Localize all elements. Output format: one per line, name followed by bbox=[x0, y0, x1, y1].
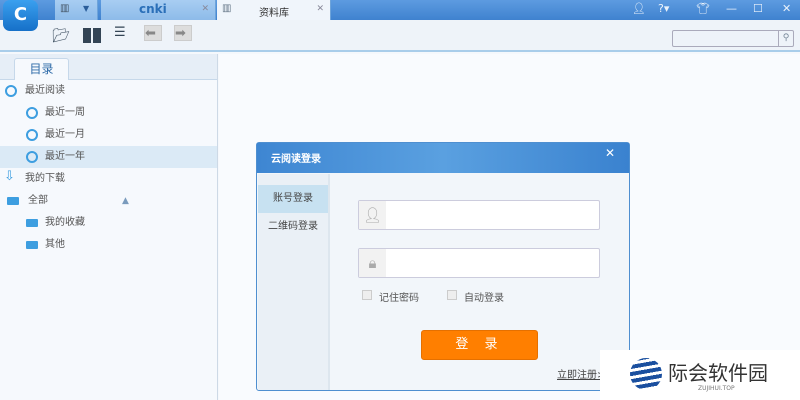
help-icon[interactable]: ?▾ bbox=[658, 2, 669, 15]
folder-icon bbox=[26, 219, 38, 227]
tab-cnki[interactable]: cnki ✕ bbox=[101, 0, 216, 20]
search-input[interactable] bbox=[673, 31, 777, 46]
lock-icon: 🔒︎ bbox=[359, 249, 386, 277]
collapse-icon[interactable]: ▲ bbox=[122, 190, 129, 212]
app-logo: C bbox=[3, 0, 38, 31]
folder-icon bbox=[7, 197, 19, 205]
sidebar: 目录 最近阅读 最近一周 最近一月 最近一年 ⇩ 我的下载 全部 ▲ 我的收藏 其他 bbox=[0, 54, 218, 400]
sidebar-item-favorites[interactable]: 我的收藏 bbox=[0, 212, 217, 234]
close-icon[interactable]: ✕ bbox=[605, 146, 615, 160]
chevron-down-icon[interactable]: ▼ bbox=[83, 4, 89, 13]
maximize-icon[interactable]: ☐ bbox=[753, 2, 763, 15]
remember-label: 记住密码 bbox=[379, 293, 419, 304]
remember-checkbox[interactable] bbox=[362, 290, 372, 300]
sidebar-item-year[interactable]: 最近一年 bbox=[0, 146, 217, 168]
auto-login-checkbox[interactable] bbox=[447, 290, 457, 300]
sidebar-item-other[interactable]: 其他 bbox=[0, 234, 217, 256]
clock-icon bbox=[5, 85, 17, 97]
sidebar-item-recent[interactable]: 最近阅读 bbox=[0, 80, 217, 102]
title-bar: ▥ ▼ cnki ✕ ▥ 资料库 ✕ 👤︎ ?▾ 👕︎ — ☐ ✕ bbox=[0, 0, 800, 20]
sidebar-item-all[interactable]: 全部 ▲ bbox=[0, 190, 217, 212]
grid-view-icon[interactable] bbox=[83, 28, 101, 43]
book-icon: ▥ bbox=[222, 3, 232, 14]
forward-icon[interactable]: ➡ bbox=[174, 25, 192, 41]
sidebar-item-week[interactable]: 最近一周 bbox=[0, 102, 217, 124]
username-field[interactable]: 👤︎ bbox=[358, 200, 600, 230]
back-icon[interactable]: ⬅ bbox=[144, 25, 162, 41]
login-button[interactable]: 登 录 bbox=[421, 330, 538, 360]
list-view-icon[interactable]: ☰ bbox=[114, 25, 132, 41]
sidebar-item-month[interactable]: 最近一月 bbox=[0, 124, 217, 146]
minimize-icon[interactable]: — bbox=[726, 2, 737, 15]
skin-icon[interactable]: 👕︎ bbox=[696, 2, 710, 15]
user-icon[interactable]: 👤︎ bbox=[632, 2, 646, 15]
username-input[interactable] bbox=[387, 203, 595, 227]
folder-open-icon[interactable]: 📂︎ bbox=[52, 28, 70, 44]
tab-account-login[interactable]: 账号登录 bbox=[258, 185, 328, 213]
dialog-title: 云阅读登录 bbox=[271, 154, 321, 165]
tab-catalog[interactable]: 目录 bbox=[14, 58, 69, 80]
tab-library[interactable]: ▥ 资料库 ✕ bbox=[217, 0, 331, 20]
watermark: 际会软件园 ZUJIHUI.TOP bbox=[600, 350, 800, 400]
folder-icon bbox=[26, 241, 38, 249]
register-link[interactable]: 立即注册> bbox=[557, 366, 605, 381]
password-input[interactable] bbox=[387, 251, 595, 275]
close-icon[interactable]: ✕ bbox=[201, 4, 209, 14]
globe-logo-icon bbox=[630, 358, 662, 390]
search-box[interactable]: ⚲ bbox=[672, 30, 794, 47]
download-icon: ⇩ bbox=[4, 169, 15, 184]
clock-icon bbox=[26, 129, 38, 141]
password-field[interactable]: 🔒︎ bbox=[358, 248, 600, 278]
user-icon: 👤︎ bbox=[359, 201, 386, 229]
close-window-icon[interactable]: ✕ bbox=[782, 2, 791, 15]
tab-menu[interactable]: ▥ ▼ bbox=[55, 0, 98, 20]
clock-icon bbox=[26, 151, 38, 163]
clock-icon bbox=[26, 107, 38, 119]
search-icon[interactable]: ⚲ bbox=[778, 31, 793, 46]
auto-login-label: 自动登录 bbox=[464, 293, 504, 304]
close-icon[interactable]: ✕ bbox=[316, 4, 324, 14]
sidebar-item-downloads[interactable]: ⇩ 我的下载 bbox=[0, 168, 217, 190]
layout-icon: ▥ bbox=[60, 3, 70, 14]
tab-qrcode-login[interactable]: 二维码登录 bbox=[258, 213, 328, 241]
